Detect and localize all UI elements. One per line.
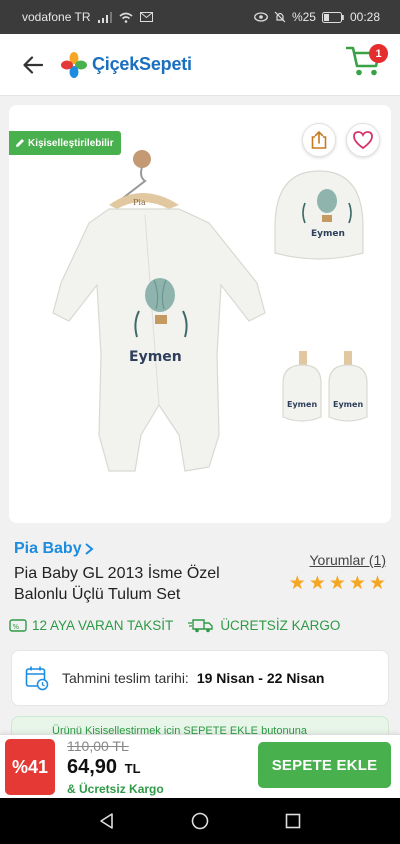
product-detail: Pia Eymen Eymen Eymen Eymen Kişiselleşti…: [0, 96, 400, 734]
star-icon: ★: [328, 573, 346, 594]
current-price: 64,90 TL: [67, 756, 141, 779]
triangle-back-icon: [99, 813, 113, 829]
product-title: Pia Baby GL 2013 İsme Özel Balonlu Üçlü …: [14, 565, 220, 603]
mail-icon: [139, 12, 153, 22]
eye-icon: [253, 12, 268, 22]
price-value: 64,90: [67, 756, 118, 778]
share-button[interactable]: [302, 123, 336, 157]
personalizable-badge: Kişiselleştirilebilir: [9, 131, 121, 155]
feature-row: % 12 AYA VARAN TAKSİT ÜCRETSİZ KARGO: [9, 618, 391, 633]
delivery-label: Tahmini teslim tarihi:: [62, 670, 189, 686]
nav-recents-button[interactable]: [273, 801, 313, 841]
card-icon: %: [9, 619, 27, 632]
rating-stars: ★ ★ ★ ★ ★: [289, 574, 386, 593]
svg-text:Eymen: Eymen: [333, 400, 363, 409]
purchase-bar: %41 110,00 TL 64,90 TL & Ücretsiz Kargo …: [0, 734, 400, 798]
arrow-left-icon: [23, 55, 43, 74]
brand-link[interactable]: Pia Baby: [14, 540, 94, 558]
chevron-right-icon: [84, 543, 94, 555]
delivery-estimate: Tahmini teslim tarihi: 19 Nisan - 22 Nis…: [11, 650, 389, 706]
discount-badge: %41: [5, 739, 55, 795]
mute-bell-icon: [274, 11, 286, 23]
free-shipping-feature: ÜCRETSİZ KARGO: [187, 618, 340, 633]
svg-text:Eymen: Eymen: [287, 400, 317, 409]
old-price: 110,00 TL: [67, 738, 129, 754]
personalize-info-text: Ürünü Kişiselleştirmek için SEPETE EKLE …: [52, 725, 307, 734]
svg-text:%: %: [13, 623, 20, 631]
site-logo[interactable]: ÇiçekSepeti: [60, 51, 192, 79]
status-bar: vodafone TR %25 00:28: [0, 0, 400, 34]
svg-text:Eymen: Eymen: [129, 349, 182, 365]
personalize-info-strip: Ürünü Kişiselleştirmek için SEPETE EKLE …: [11, 716, 389, 734]
square-recents-icon: [286, 813, 301, 829]
reviews-link[interactable]: Yorumlar (1): [289, 552, 386, 568]
free-shipping-label: ÜCRETSİZ KARGO: [220, 618, 341, 633]
battery-icon: [321, 11, 344, 23]
star-icon: ★: [368, 573, 386, 594]
flower-logo-icon: [61, 51, 87, 78]
back-button[interactable]: [18, 50, 48, 80]
nav-back-button[interactable]: [87, 801, 127, 841]
star-icon: ★: [348, 573, 366, 594]
price-currency: TL: [124, 761, 141, 776]
delivery-date: 19 Nisan - 22 Nisan: [196, 670, 325, 686]
battery-percent: %25: [291, 10, 316, 24]
installment-label: 12 AYA VARAN TAKSİT: [32, 618, 174, 633]
signal-icon: [97, 11, 112, 23]
product-info: Pia Baby Pia Baby GL 2013 İsme Özel Balo…: [14, 540, 386, 605]
heart-icon: [353, 131, 373, 150]
favorite-button[interactable]: [346, 123, 380, 157]
clock: 00:28: [349, 10, 380, 24]
installment-feature: % 12 AYA VARAN TAKSİT: [9, 618, 173, 633]
system-nav-bar: [0, 798, 400, 844]
calendar-icon: [25, 666, 49, 691]
cart-button[interactable]: 1: [345, 44, 388, 82]
carrier-label: vodafone TR: [22, 10, 91, 24]
circle-home-icon: [191, 812, 209, 830]
personalizable-label: Kişiselleştirilebilir: [28, 137, 114, 149]
cart-count-badge: 1: [369, 44, 388, 63]
logo-text: ÇiçekSepeti: [92, 54, 192, 74]
add-to-cart-button[interactable]: SEPETE EKLE: [258, 742, 391, 788]
nav-home-button[interactable]: [180, 801, 220, 841]
brand-name: Pia Baby: [14, 540, 82, 557]
share-icon: [311, 131, 327, 149]
product-image: Pia Eymen Eymen Eymen Eymen: [9, 105, 391, 523]
pencil-icon: [16, 139, 24, 147]
truck-icon: [188, 619, 214, 633]
svg-text:Eymen: Eymen: [311, 229, 345, 239]
shipping-note: & Ücretsiz Kargo: [67, 782, 164, 796]
wifi-icon: [118, 12, 133, 23]
star-icon: ★: [308, 573, 326, 594]
star-icon: ★: [288, 573, 306, 594]
app-header: ÇiçekSepeti 1: [0, 34, 400, 96]
product-image-card[interactable]: Pia Eymen Eymen Eymen Eymen Kişiselleşti…: [9, 105, 391, 523]
reviews-block: Yorumlar (1) ★ ★ ★ ★ ★: [289, 552, 386, 593]
svg-text:Pia: Pia: [133, 198, 146, 207]
